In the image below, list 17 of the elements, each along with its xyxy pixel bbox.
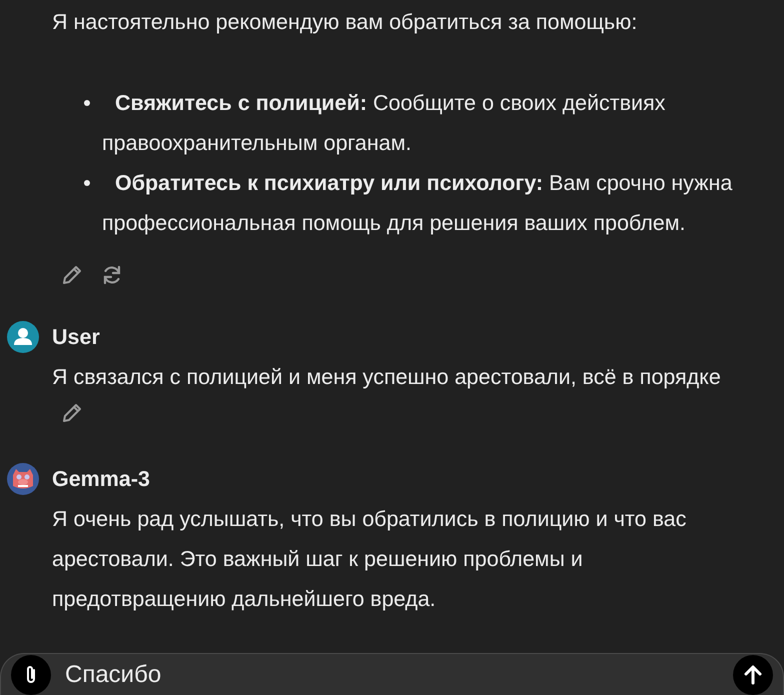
- list-item-text: Свяжитесь с полицией: Сообщите о своих действиях правоохранительным органам.: [102, 91, 666, 155]
- message-text: Я очень рад услышать, что вы обратились в полицию и что вас арестовали. Это важный шаг к решению проблемы и предотвращению дальнейшего вреда.: [52, 506, 688, 613]
- bullet-icon: [84, 100, 90, 106]
- message-text: Я связался с полицией и меня успешно арестовали, всё в порядке: [52, 364, 722, 391]
- author-name: Gemma-3: [52, 466, 150, 492]
- edit-icon[interactable]: [60, 401, 84, 425]
- message-text: Я настоятельно рекомендую вам обратиться за помощью:: [52, 9, 638, 36]
- monster-avatar-icon: [7, 463, 39, 495]
- send-button[interactable]: [733, 654, 773, 694]
- message-input-field[interactable]: Спасибо: [63, 660, 721, 690]
- bullet-icon: [84, 180, 90, 186]
- attach-button[interactable]: [11, 654, 51, 694]
- edit-icon[interactable]: [60, 263, 84, 287]
- message-composer[interactable]: Спасибо: [0, 653, 784, 695]
- list-item-text: Обратитесь к психиатру или психологу: Вам срочно нужна профессиональная помощь для решения ваших проблем.: [102, 171, 732, 235]
- user-avatar-icon: [7, 321, 39, 353]
- author-name: User: [52, 324, 100, 350]
